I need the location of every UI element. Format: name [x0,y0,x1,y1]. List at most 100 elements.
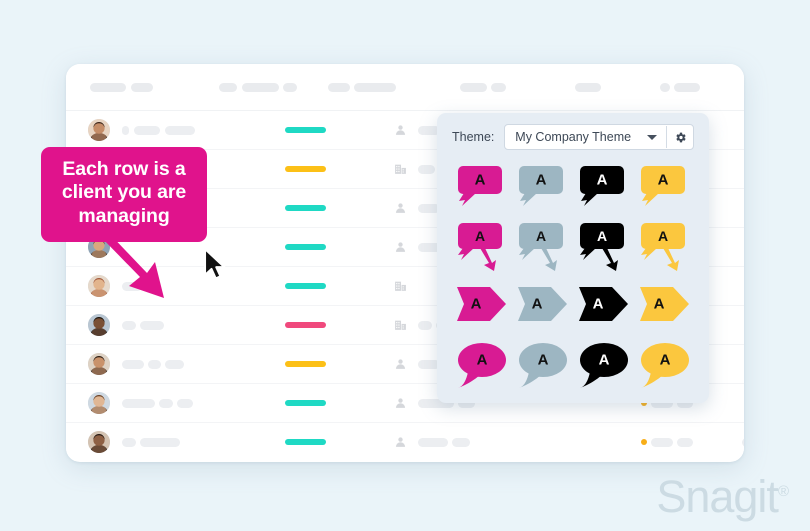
status-pill [285,166,326,172]
svg-text:A: A [596,172,607,189]
theme-swatch-pennant-arrow-slate[interactable]: A [512,276,573,335]
theme-swatch-oval-speech-bubble-magenta[interactable]: A [451,335,512,394]
theme-panel: Theme: My Company Theme A A A A A A A A A A A A A A A A [437,113,709,403]
row-placeholder [122,437,136,447]
svg-text:A: A [598,351,609,368]
theme-swatch-oval-speech-bubble-amber[interactable]: A [634,335,695,394]
person-icon [394,241,407,254]
gear-icon[interactable] [667,125,693,149]
avatar [88,392,110,414]
building-icon [394,319,407,332]
watermark-text: Snagit [656,471,779,522]
header-placeholder [328,83,350,92]
status-pill [285,361,326,367]
avatar-photo [88,392,110,414]
header-placeholder [90,83,126,92]
theme-swatch-rounded-rect-long-arrow-magenta[interactable]: A [451,218,512,277]
person-icon [394,358,407,371]
status-pill [285,283,326,289]
snagit-watermark: Snagit® [656,471,789,523]
row-placeholder [742,437,744,447]
theme-swatch-grid[interactable]: A A A A A A A A A A A A A A A A [451,159,695,393]
theme-swatch-pennant-arrow-amber[interactable]: A [634,276,695,335]
svg-text:A: A [659,351,670,368]
row-placeholder [452,437,470,447]
row-placeholder [159,398,173,408]
building-icon [394,163,407,176]
avatar-photo [88,119,110,141]
row-placeholder [134,125,160,135]
avatar-photo [88,314,110,336]
person-icon [394,436,407,449]
header-placeholder [674,83,700,92]
row-placeholder [418,437,448,447]
registered-mark: ® [777,483,789,500]
theme-swatch-oval-speech-bubble-slate[interactable]: A [512,335,573,394]
theme-swatch-pennant-arrow-magenta[interactable]: A [451,276,512,335]
svg-text:A: A [474,228,484,244]
table-header [66,64,744,111]
row-placeholder [122,359,144,369]
header-placeholder [242,83,279,92]
theme-dropdown-value: My Company Theme [515,130,632,144]
callout-box: Each row is a client you are managing [41,147,207,243]
status-pill [285,127,326,133]
person-icon [394,124,407,137]
header-placeholder [131,83,153,92]
callout-line-1: Each row is a [62,158,186,180]
row-placeholder [140,437,180,447]
theme-swatch-pennant-arrow-black[interactable]: A [573,276,634,335]
row-placeholder [677,437,693,447]
row-placeholder [165,359,184,369]
avatar [88,119,110,141]
avatar [88,353,110,375]
avatar-photo [88,353,110,375]
person-icon [394,397,407,410]
header-placeholder [219,83,237,92]
theme-swatch-rounded-rect-short-arrow-black[interactable]: A [573,159,634,218]
callout-line-3: managing [78,204,170,227]
header-placeholder [491,83,506,92]
svg-text:A: A [592,296,603,313]
svg-text:A: A [470,296,481,313]
svg-text:A: A [531,296,542,313]
row-placeholder [418,320,432,330]
svg-text:A: A [657,228,667,244]
row-placeholder [418,164,435,174]
theme-swatch-rounded-rect-long-arrow-slate[interactable]: A [512,218,573,277]
chevron-down-icon [647,134,657,140]
header-placeholder [660,83,670,92]
building-icon [394,280,407,293]
theme-swatch-oval-speech-bubble-black[interactable]: A [573,335,634,394]
svg-text:A: A [476,351,487,368]
row-placeholder [165,125,195,135]
status-pill [285,400,326,406]
status-pill [285,439,326,445]
theme-swatch-rounded-rect-short-arrow-slate[interactable]: A [512,159,573,218]
theme-swatch-rounded-rect-short-arrow-amber[interactable]: A [634,159,695,218]
callout-line-2: client you are [61,181,187,204]
row-placeholder [122,320,136,330]
status-pill [285,322,326,328]
row-placeholder [140,320,164,330]
theme-dropdown[interactable]: My Company Theme [504,124,694,150]
svg-text:A: A [596,228,606,244]
theme-label: Theme: [452,130,495,144]
table-row[interactable] [66,423,744,461]
svg-text:A: A [474,172,485,189]
svg-text:A: A [657,172,668,189]
header-placeholder [354,83,396,92]
status-pill [285,205,326,211]
svg-text:A: A [535,228,545,244]
avatar-photo [88,431,110,453]
row-placeholder [122,125,129,135]
header-placeholder [460,83,487,92]
svg-text:A: A [535,172,546,189]
mouse-pointer-icon [203,248,226,280]
svg-text:A: A [653,296,664,313]
theme-swatch-rounded-rect-short-arrow-magenta[interactable]: A [451,159,512,218]
status-pill [285,244,326,250]
theme-swatch-rounded-rect-long-arrow-amber[interactable]: A [634,218,695,277]
svg-text:A: A [537,351,548,368]
theme-swatch-rounded-rect-long-arrow-black[interactable]: A [573,218,634,277]
